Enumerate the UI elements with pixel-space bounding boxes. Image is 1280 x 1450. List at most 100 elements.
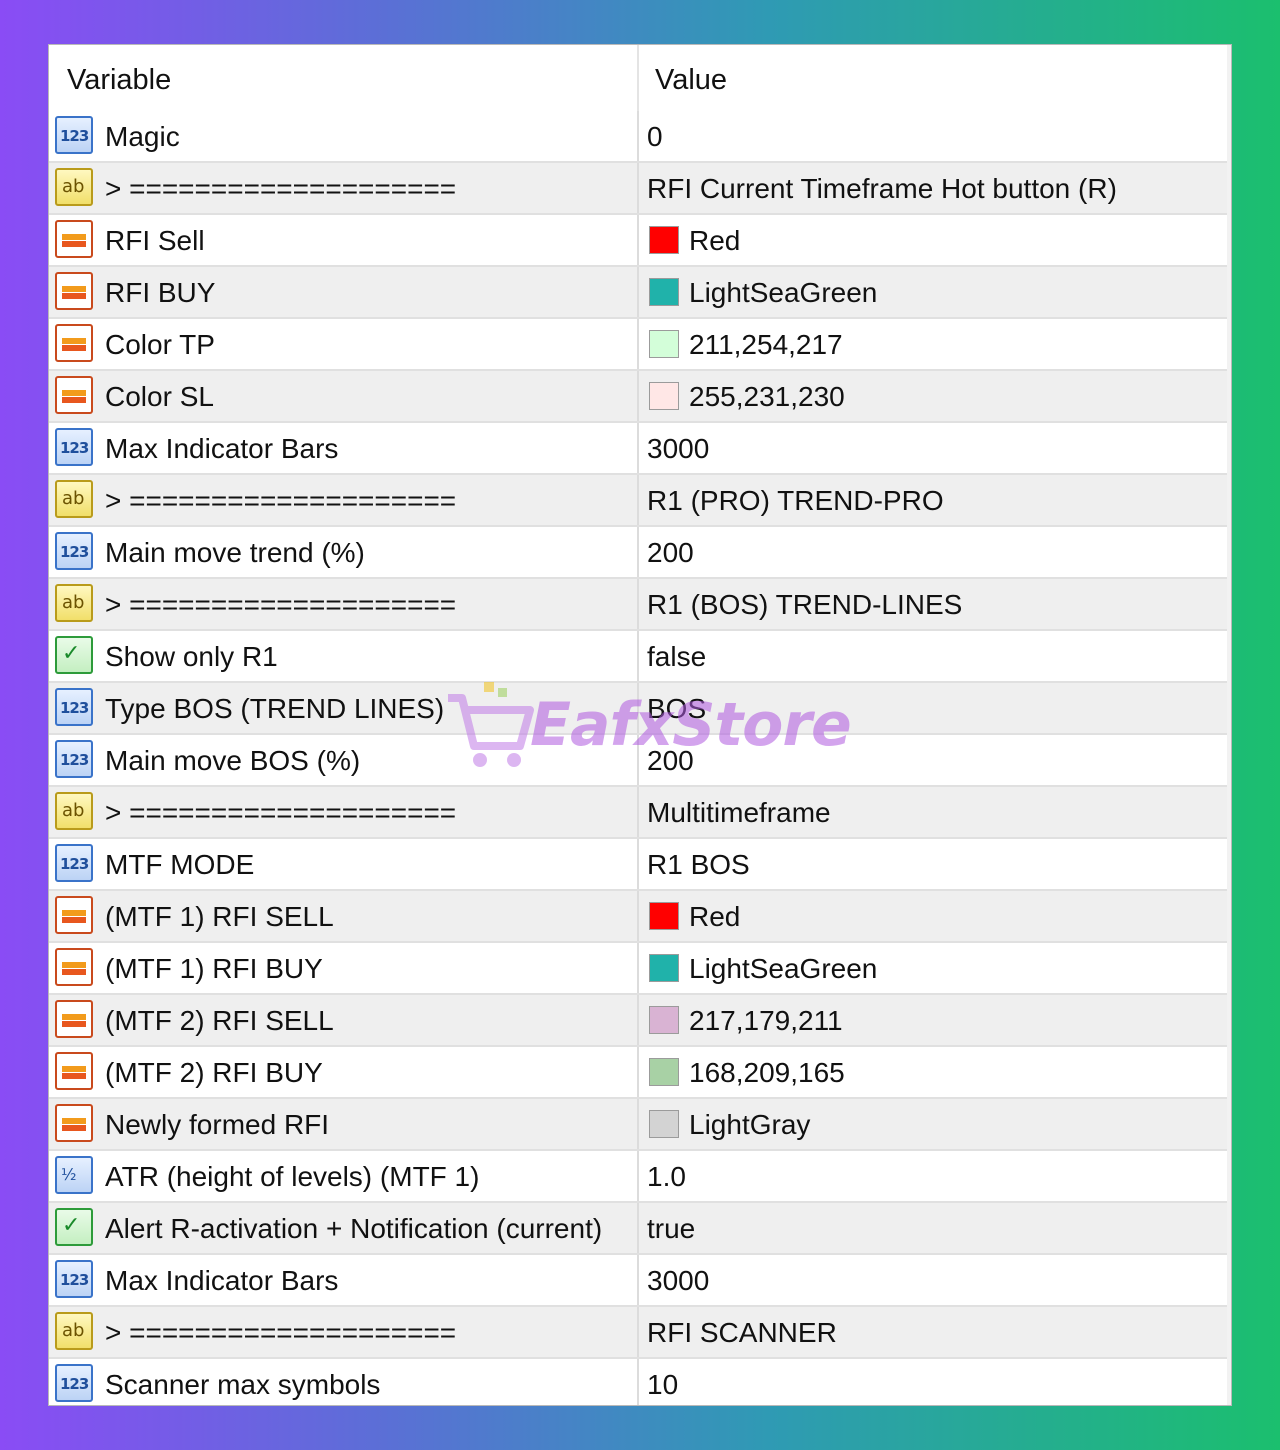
table-row[interactable]: ½ ATR (height of levels) (MTF 1) 1.0 <box>49 1151 1229 1203</box>
string-type-icon: ab <box>55 792 93 830</box>
color-swatch[interactable] <box>649 382 679 410</box>
table-row[interactable]: (MTF 1) RFI SELL Red <box>49 891 1229 943</box>
variable-cell[interactable]: (MTF 2) RFI BUY <box>49 1047 637 1097</box>
variable-cell[interactable]: 123 Main move trend (%) <box>49 527 637 577</box>
value-cell[interactable]: true <box>639 1203 1229 1253</box>
variable-cell[interactable]: RFI BUY <box>49 267 637 317</box>
table-row[interactable]: 123 Magic 0 <box>49 111 1229 163</box>
variable-label: Newly formed RFI <box>105 1109 330 1140</box>
value-cell[interactable]: R1 BOS <box>639 839 1229 889</box>
table-row[interactable]: 123 Max Indicator Bars 3000 <box>49 1255 1229 1307</box>
table-row[interactable]: RFI Sell Red <box>49 215 1229 267</box>
variable-cell[interactable]: 123 Max Indicator Bars <box>49 1255 637 1305</box>
variable-cell[interactable]: ½ ATR (height of levels) (MTF 1) <box>49 1151 637 1201</box>
variable-cell[interactable]: 123 MTF MODE <box>49 839 637 889</box>
table-row[interactable]: 123 MTF MODE R1 BOS <box>49 839 1229 891</box>
color-swatch[interactable] <box>649 1058 679 1086</box>
value-cell[interactable]: RFI Current Timeframe Hot button (R) <box>639 163 1229 213</box>
value-cell[interactable]: Red <box>639 215 1229 265</box>
variable-cell[interactable]: 123 Main move BOS (%) <box>49 735 637 785</box>
table-row[interactable]: ✓ Show only R1 false <box>49 631 1229 683</box>
value-text: LightGray <box>689 1109 811 1140</box>
variable-cell[interactable]: 123 Max Indicator Bars <box>49 423 637 473</box>
value-cell[interactable]: 10 <box>639 1359 1229 1405</box>
variable-cell[interactable]: ab > ==================== <box>49 475 637 525</box>
table-row[interactable]: (MTF 2) RFI BUY 168,209,165 <box>49 1047 1229 1099</box>
color-swatch[interactable] <box>649 954 679 982</box>
color-swatch[interactable] <box>649 278 679 306</box>
table-row[interactable]: Color TP 211,254,217 <box>49 319 1229 371</box>
value-cell[interactable]: LightSeaGreen <box>639 267 1229 317</box>
color-swatch[interactable] <box>649 902 679 930</box>
variable-cell[interactable]: 123 Type BOS (TREND LINES) <box>49 683 637 733</box>
table-row[interactable]: (MTF 1) RFI BUY LightSeaGreen <box>49 943 1229 995</box>
value-cell[interactable]: false <box>639 631 1229 681</box>
table-row[interactable]: 123 Main move BOS (%) 200 <box>49 735 1229 787</box>
table-row[interactable]: Newly formed RFI LightGray <box>49 1099 1229 1151</box>
table-row[interactable]: ✓ Alert R-activation + Notification (curr… <box>49 1203 1229 1255</box>
variable-cell[interactable]: (MTF 1) RFI SELL <box>49 891 637 941</box>
value-cell[interactable]: LightGray <box>639 1099 1229 1149</box>
value-text: Red <box>689 225 741 256</box>
value-text: 200 <box>647 537 694 568</box>
variable-cell[interactable]: RFI Sell <box>49 215 637 265</box>
column-header-value[interactable]: Value <box>655 45 727 111</box>
table-row[interactable]: ab > ==================== RFI SCANNER <box>49 1307 1229 1359</box>
scrollbar-edge[interactable] <box>1227 45 1231 1405</box>
table-row[interactable]: Color SL 255,231,230 <box>49 371 1229 423</box>
color-swatch[interactable] <box>649 226 679 254</box>
value-cell[interactable]: 3000 <box>639 1255 1229 1305</box>
column-divider[interactable] <box>637 45 639 111</box>
table-row[interactable]: RFI BUY LightSeaGreen <box>49 267 1229 319</box>
variable-cell[interactable]: ab > ==================== <box>49 163 637 213</box>
value-cell[interactable]: 211,254,217 <box>639 319 1229 369</box>
variable-cell[interactable]: (MTF 2) RFI SELL <box>49 995 637 1045</box>
value-text: R1 (BOS) TREND-LINES <box>647 589 963 620</box>
variable-cell[interactable]: ✓ Alert R-activation + Notification (curr… <box>49 1203 637 1253</box>
variable-cell[interactable]: ab > ==================== <box>49 579 637 629</box>
variable-cell[interactable]: ✓ Show only R1 <box>49 631 637 681</box>
value-cell[interactable]: BOS <box>639 683 1229 733</box>
table-row[interactable]: ab > ==================== R1 (PRO) TREND-P… <box>49 475 1229 527</box>
value-text: false <box>647 641 707 672</box>
color-swatch[interactable] <box>649 1006 679 1034</box>
value-cell[interactable]: Red <box>639 891 1229 941</box>
value-cell[interactable]: 0 <box>639 111 1229 161</box>
variable-label: Color SL <box>105 381 214 412</box>
variable-cell[interactable]: (MTF 1) RFI BUY <box>49 943 637 993</box>
value-cell[interactable]: R1 (BOS) TREND-LINES <box>639 579 1229 629</box>
color-swatch[interactable] <box>649 1110 679 1138</box>
variable-cell[interactable]: Newly formed RFI <box>49 1099 637 1149</box>
value-cell[interactable]: R1 (PRO) TREND-PRO <box>639 475 1229 525</box>
column-header-variable[interactable]: Variable <box>67 45 171 111</box>
value-cell[interactable]: 3000 <box>639 423 1229 473</box>
table-row[interactable]: 123 Scanner max symbols 10 <box>49 1359 1229 1405</box>
color-type-icon <box>55 324 93 362</box>
table-row[interactable]: ab > ==================== Multitimeframe <box>49 787 1229 839</box>
variable-cell[interactable]: ab > ==================== <box>49 787 637 837</box>
value-cell[interactable]: 168,209,165 <box>639 1047 1229 1097</box>
color-swatch[interactable] <box>649 330 679 358</box>
variable-label: Alert R-activation + Notification (curre… <box>105 1213 603 1244</box>
variable-cell[interactable]: Color TP <box>49 319 637 369</box>
value-cell[interactable]: 200 <box>639 735 1229 785</box>
table-row[interactable]: ab > ==================== RFI Current Time… <box>49 163 1229 215</box>
table-row[interactable]: 123 Max Indicator Bars 3000 <box>49 423 1229 475</box>
value-cell[interactable]: 200 <box>639 527 1229 577</box>
variable-cell[interactable]: 123 Magic <box>49 111 637 161</box>
variable-cell[interactable]: 123 Scanner max symbols <box>49 1359 637 1405</box>
value-cell[interactable]: 217,179,211 <box>639 995 1229 1045</box>
table-row[interactable]: ab > ==================== R1 (BOS) TREND-L… <box>49 579 1229 631</box>
value-cell[interactable]: RFI SCANNER <box>639 1307 1229 1357</box>
variable-cell[interactable]: Color SL <box>49 371 637 421</box>
table-row[interactable]: 123 Main move trend (%) 200 <box>49 527 1229 579</box>
value-cell[interactable]: Multitimeframe <box>639 787 1229 837</box>
variable-cell[interactable]: ab > ==================== <box>49 1307 637 1357</box>
value-cell[interactable]: 1.0 <box>639 1151 1229 1201</box>
string-type-icon: ab <box>55 168 93 206</box>
table-row[interactable]: 123 Type BOS (TREND LINES) BOS <box>49 683 1229 735</box>
value-cell[interactable]: 255,231,230 <box>639 371 1229 421</box>
value-text: Multitimeframe <box>647 797 831 828</box>
table-row[interactable]: (MTF 2) RFI SELL 217,179,211 <box>49 995 1229 1047</box>
value-cell[interactable]: LightSeaGreen <box>639 943 1229 993</box>
